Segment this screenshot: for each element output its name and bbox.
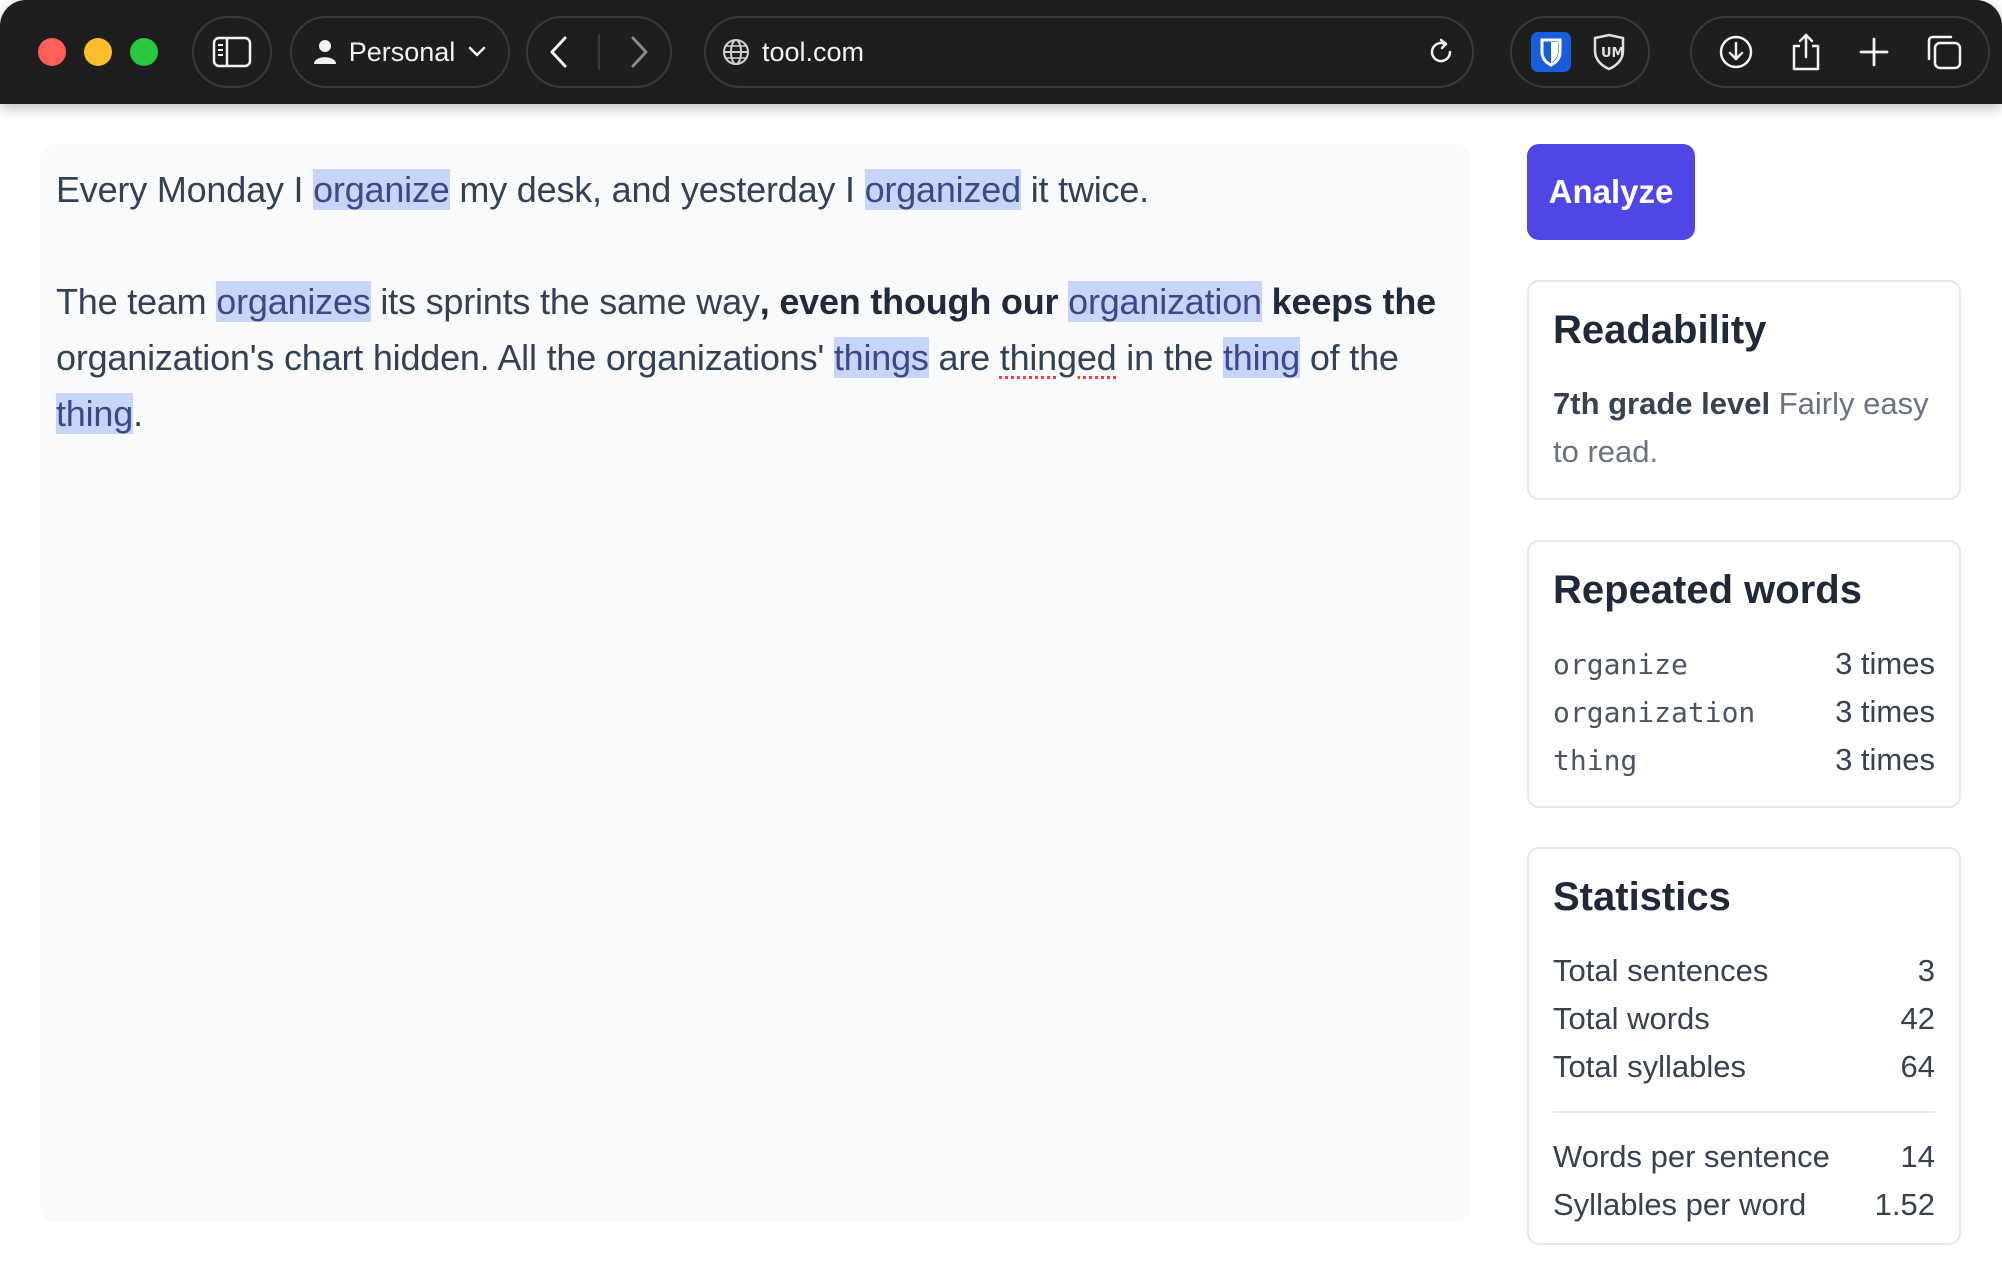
repeated-word-highlight: organize [313, 169, 450, 210]
bold-text: , even though our [759, 281, 1069, 322]
repeated-words-title: Repeated words [1553, 568, 1862, 612]
back-icon[interactable] [548, 35, 570, 69]
repeated-count: 3 times [1835, 646, 1935, 681]
globe-icon [723, 39, 749, 65]
sidebar-toggle-button[interactable] [192, 16, 272, 88]
analyze-button[interactable]: Analyze [1527, 144, 1695, 240]
readability-card: Readability 7th grade level Fairly easy … [1527, 280, 1961, 500]
text-span: my desk, and yesterday I [449, 169, 865, 210]
stat-row: Words per sentence 14 [1553, 1133, 1935, 1181]
browser-toolbar: Personal tool.com UM [0, 0, 2002, 104]
shield-extension-icon[interactable]: UM [1589, 32, 1629, 72]
window-zoom-button[interactable] [130, 38, 158, 66]
text-editor[interactable]: Every Monday I organize my desk, and yes… [40, 144, 1470, 1222]
toolbar-actions [1690, 16, 1990, 88]
repeated-word: organize [1553, 647, 1688, 681]
text-span: organization's chart hidden. All the org… [56, 337, 834, 378]
extensions-group: UM [1510, 16, 1650, 88]
forward-icon[interactable] [628, 35, 650, 69]
stat-value: 3 [1917, 953, 1935, 988]
stat-value: 1.52 [1874, 1187, 1935, 1222]
profile-label: Personal [348, 36, 456, 67]
stat-label: Total syllables [1553, 1049, 1746, 1084]
stat-value: 64 [1900, 1049, 1935, 1084]
stat-row: Total syllables 64 [1553, 1043, 1935, 1091]
window-minimize-button[interactable] [84, 38, 112, 66]
person-icon [313, 40, 336, 64]
readability-title: Readability [1553, 308, 1767, 352]
stat-row: Total sentences 3 [1553, 947, 1935, 995]
navigation-buttons [526, 16, 672, 88]
paragraph-1: Every Monday I organize my desk, and yes… [56, 162, 1454, 218]
window-close-button[interactable] [38, 38, 66, 66]
share-icon[interactable] [1789, 32, 1823, 72]
stat-label: Total words [1553, 1001, 1710, 1036]
reload-icon[interactable] [1426, 37, 1456, 67]
text-span: Every Monday I [56, 169, 314, 210]
text-span: of the [1300, 337, 1399, 378]
statistics-card: Statistics Total sentences 3 Total words… [1527, 847, 1961, 1245]
svg-text:UM: UM [1601, 46, 1625, 61]
repeated-word-highlight: thing [56, 393, 134, 434]
spelling-error-word[interactable]: thinged [1000, 337, 1117, 378]
repeated-count: 3 times [1835, 694, 1935, 729]
sidebar-icon [212, 36, 252, 68]
statistics-title: Statistics [1553, 875, 1731, 919]
repeated-word-highlight: organizes [216, 281, 371, 322]
repeated-word-highlight: organization [1068, 281, 1262, 322]
text-span: its sprints the same way [370, 281, 760, 322]
text-span: The team [56, 281, 217, 322]
url-text: tool.com [762, 36, 865, 67]
address-bar[interactable]: tool.com [704, 16, 1474, 88]
repeated-word: organization [1553, 695, 1756, 729]
chevron-down-icon [469, 46, 486, 57]
nav-separator [598, 34, 600, 70]
bold-text: keeps the [1261, 281, 1436, 322]
repeated-word-highlight: thing [1222, 337, 1301, 378]
text-span: are [928, 337, 1000, 378]
text-span: it twice. [1020, 169, 1149, 210]
stat-label: Syllables per word [1553, 1187, 1807, 1222]
tab-overview-icon[interactable] [1925, 33, 1963, 71]
repeated-word-row: organize 3 times [1553, 640, 1935, 688]
repeated-word: thing [1553, 743, 1638, 777]
repeated-word-row: thing 3 times [1553, 736, 1935, 784]
stat-value: 42 [1900, 1001, 1935, 1036]
repeated-word-row: organization 3 times [1553, 688, 1935, 736]
readability-result: 7th grade level Fairly easy to read. [1553, 380, 1935, 476]
repeated-word-highlight: things [833, 337, 929, 378]
repeated-word-highlight: organized [864, 169, 1021, 210]
stat-label: Total sentences [1553, 953, 1769, 988]
stat-divider [1553, 1111, 1935, 1113]
stat-value: 14 [1900, 1139, 1935, 1174]
text-span: . [133, 393, 143, 434]
download-icon[interactable] [1718, 34, 1754, 70]
stat-row: Syllables per word 1.52 [1553, 1181, 1935, 1229]
password-manager-extension-icon[interactable] [1531, 32, 1571, 72]
new-tab-icon[interactable] [1858, 36, 1890, 68]
repeated-words-card: Repeated words organize 3 times organiza… [1527, 540, 1961, 808]
text-span: in the [1116, 337, 1223, 378]
profile-button[interactable]: Personal [290, 16, 510, 88]
stat-label: Words per sentence [1553, 1139, 1830, 1174]
grade-level: 7th grade level [1553, 386, 1771, 421]
stat-row: Total words 42 [1553, 995, 1935, 1043]
repeated-count: 3 times [1835, 742, 1935, 777]
paragraph-2: The team organizes its sprints the same … [56, 274, 1454, 442]
